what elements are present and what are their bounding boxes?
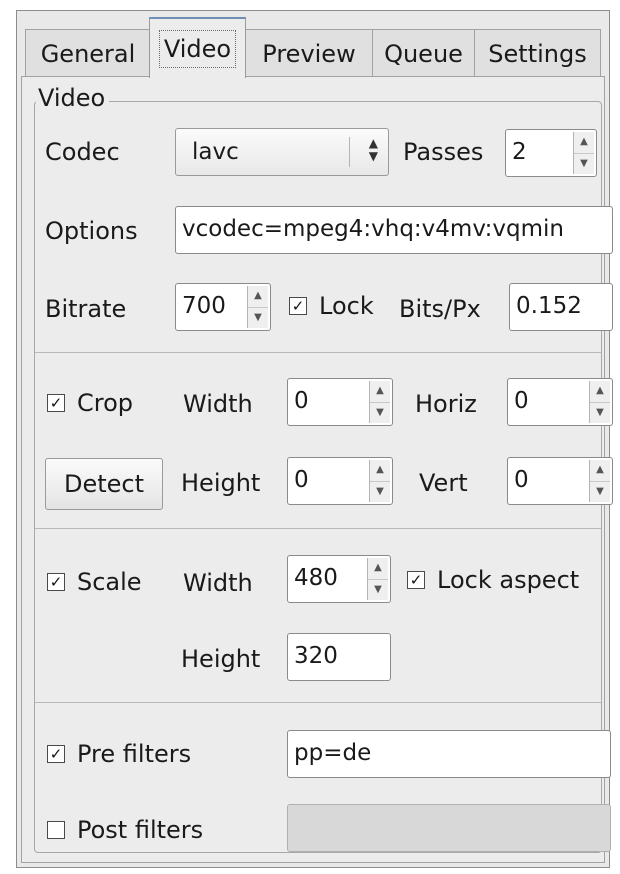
crop-horiz-label: Horiz <box>415 390 477 418</box>
tab-settings-label: Settings <box>488 39 587 68</box>
combo-arrows-icon: ▲ ▼ <box>368 136 378 163</box>
scale-height-value: 320 <box>294 643 338 669</box>
checkmark-icon: ✓ <box>47 573 65 591</box>
scale-width-spinbox[interactable]: 480 ▲ ▼ <box>287 555 391 603</box>
tab-preview-label: Preview <box>262 39 356 68</box>
spin-arrows-icon[interactable]: ▲ ▼ <box>589 460 610 502</box>
pre-filters-label: Pre filters <box>77 740 192 768</box>
scale-height-input[interactable]: 320 <box>287 633 391 681</box>
checkmark-icon: ✓ <box>47 745 65 763</box>
codec-value: lavc <box>192 139 239 165</box>
tab-settings[interactable]: Settings <box>474 29 601 77</box>
tab-video-label: Video <box>158 29 237 68</box>
spin-arrows-icon[interactable]: ▲ ▼ <box>369 460 390 502</box>
lock-aspect-label: Lock aspect <box>437 566 580 594</box>
separator <box>35 702 601 703</box>
scale-checkbox[interactable]: ✓ Scale <box>47 568 142 596</box>
separator <box>35 528 601 529</box>
passes-value: 2 <box>512 139 527 165</box>
spin-arrows-icon[interactable]: ▲ ▼ <box>367 558 388 600</box>
crop-width-spinbox[interactable]: 0 ▲ ▼ <box>287 378 393 426</box>
crop-checkbox[interactable]: ✓ Crop <box>47 389 133 417</box>
passes-label: Passes <box>403 138 484 166</box>
crop-vert-label: Vert <box>419 469 468 497</box>
codec-combo[interactable]: lavc ▲ ▼ <box>175 128 389 176</box>
checkmark-icon: ✓ <box>289 297 307 315</box>
crop-height-label: Height <box>181 469 261 497</box>
bits-px-input[interactable]: 0.152 <box>509 283 613 331</box>
crop-label: Crop <box>77 389 134 417</box>
tab-queue[interactable]: Queue <box>372 29 475 77</box>
crop-width-label: Width <box>183 390 253 418</box>
crop-height-spinbox[interactable]: 0 ▲ ▼ <box>287 457 393 505</box>
scale-label: Scale <box>77 568 142 596</box>
codec-label: Codec <box>45 138 120 166</box>
separator <box>35 352 601 353</box>
video-tab-panel: Video Codec lavc ▲ ▼ Passes 2 ▲ ▼ Options … <box>21 76 613 863</box>
crop-height-value: 0 <box>294 467 309 493</box>
options-input[interactable]: vcodec=mpeg4:vhq:v4mv:vqmin <box>175 206 613 254</box>
crop-horiz-spinbox[interactable]: 0 ▲ ▼ <box>507 378 613 426</box>
checkmark-icon: ✓ <box>407 571 425 589</box>
tab-general[interactable]: General <box>25 29 151 77</box>
scale-width-label: Width <box>183 569 253 597</box>
bits-px-label: Bits/Px <box>399 295 481 323</box>
bitrate-lock-checkbox[interactable]: ✓ Lock <box>289 292 374 320</box>
bitrate-value: 700 <box>182 293 226 319</box>
checkmark-icon: ✓ <box>47 394 65 412</box>
post-filters-input[interactable] <box>287 804 611 852</box>
detect-button[interactable]: Detect <box>45 458 163 510</box>
checkbox-empty-icon <box>47 821 65 839</box>
tab-video[interactable]: Video <box>149 17 246 78</box>
spin-arrows-icon[interactable]: ▲ ▼ <box>573 132 594 174</box>
tab-bar: General Video Preview Queue Settings <box>25 17 601 78</box>
tab-preview[interactable]: Preview <box>245 29 373 77</box>
crop-vert-spinbox[interactable]: 0 ▲ ▼ <box>507 457 613 505</box>
pre-filters-checkbox[interactable]: ✓ Pre filters <box>47 740 191 768</box>
crop-vert-value: 0 <box>514 467 529 493</box>
tab-general-label: General <box>40 39 136 68</box>
options-value: vcodec=mpeg4:vhq:v4mv:vqmin <box>182 216 565 242</box>
mencoder-window: General Video Preview Queue Settings Vid… <box>16 10 613 868</box>
bitrate-label: Bitrate <box>45 295 127 323</box>
detect-button-label: Detect <box>63 470 145 498</box>
post-filters-checkbox[interactable]: Post filters <box>47 816 203 844</box>
passes-spinbox[interactable]: 2 ▲ ▼ <box>505 129 597 177</box>
spin-arrows-icon[interactable]: ▲ ▼ <box>247 286 268 328</box>
pre-filters-input[interactable]: pp=de <box>287 730 611 778</box>
bitrate-lock-label: Lock <box>319 292 374 320</box>
crop-horiz-value: 0 <box>514 388 529 414</box>
options-label: Options <box>45 217 138 245</box>
tab-queue-label: Queue <box>384 39 463 68</box>
bitrate-spinbox[interactable]: 700 ▲ ▼ <box>175 283 271 331</box>
scale-width-value: 480 <box>294 565 338 591</box>
spin-arrows-icon[interactable]: ▲ ▼ <box>589 381 610 423</box>
combo-separator <box>349 137 350 167</box>
video-group: Video Codec lavc ▲ ▼ Passes 2 ▲ ▼ Options … <box>34 84 613 853</box>
bits-px-value: 0.152 <box>516 293 582 319</box>
crop-width-value: 0 <box>294 388 309 414</box>
post-filters-label: Post filters <box>77 816 204 844</box>
pre-filters-value: pp=de <box>294 740 372 766</box>
spin-arrows-icon[interactable]: ▲ ▼ <box>369 381 390 423</box>
video-group-title: Video <box>36 84 110 112</box>
scale-height-label: Height <box>181 645 261 673</box>
lock-aspect-checkbox[interactable]: ✓ Lock aspect <box>407 566 579 594</box>
